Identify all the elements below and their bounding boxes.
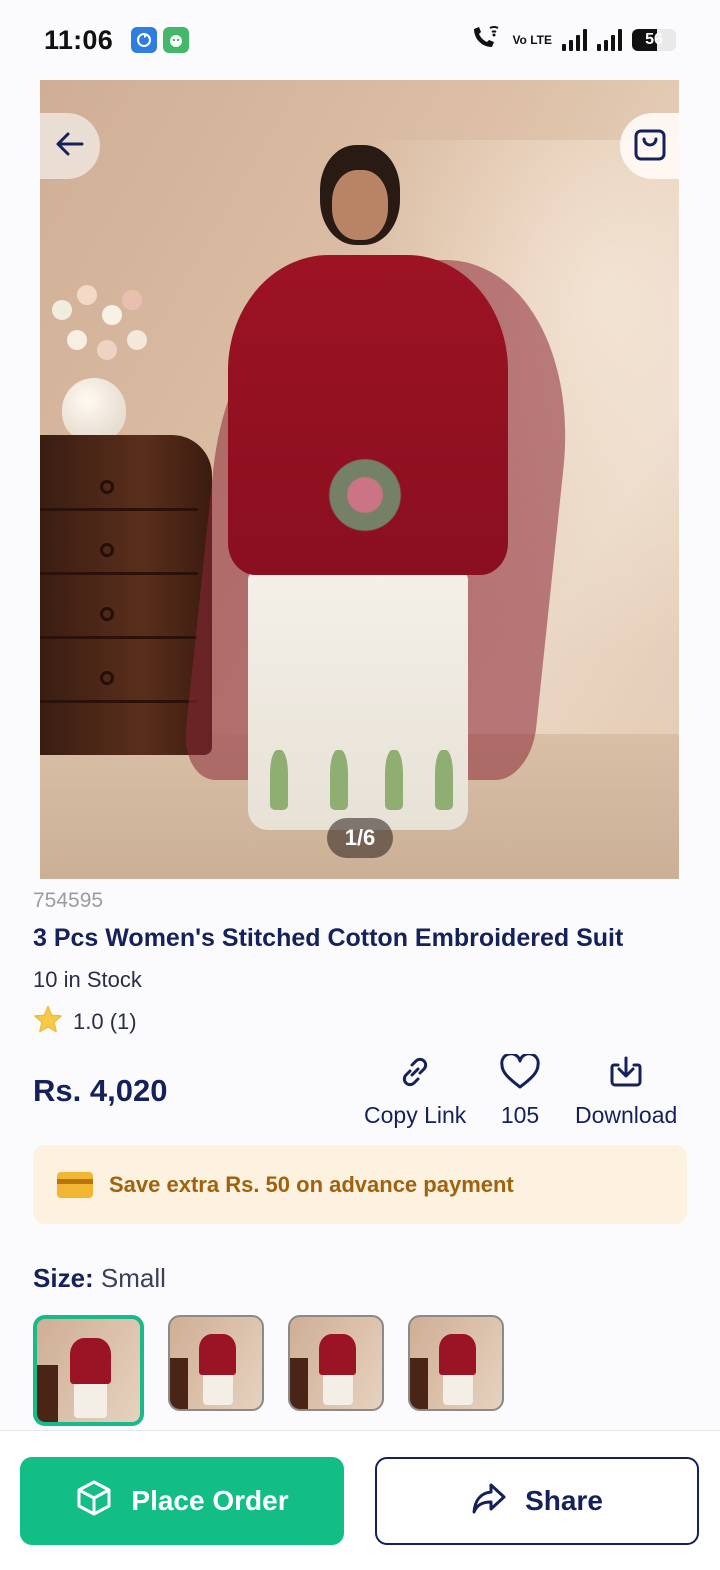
rating-value: 1.0 (1)	[73, 1009, 137, 1034]
place-order-label: Place Order	[131, 1485, 289, 1516]
wooden-cabinet	[40, 435, 212, 755]
bottom-action-bar: Place Order Share	[0, 1430, 720, 1570]
product-rating[interactable]: 1.0 (1)	[33, 1005, 137, 1039]
package-icon	[75, 1479, 113, 1524]
like-count: 105	[500, 1102, 540, 1128]
star-icon	[33, 1005, 63, 1039]
product-sku: 754595	[33, 889, 104, 912]
signal-icon	[597, 29, 622, 51]
status-bar: 11:06 Vo LTE 56	[0, 0, 720, 80]
product-price: Rs. 4,020	[33, 1073, 168, 1108]
status-time: 11:06	[44, 24, 114, 55]
signal-icon	[562, 29, 587, 51]
share-label: Share	[525, 1485, 603, 1516]
size-label: Size:	[33, 1263, 94, 1293]
variant-thumbnail[interactable]	[288, 1315, 384, 1411]
variant-thumbnail[interactable]	[168, 1315, 264, 1411]
shopping-bag-icon	[633, 126, 667, 167]
share-button[interactable]: Share	[375, 1457, 699, 1545]
link-icon	[397, 1052, 433, 1092]
share-arrow-icon	[471, 1481, 507, 1522]
volte-indicator: Vo LTE	[512, 32, 552, 47]
model-face	[332, 170, 388, 240]
battery-percent: 56	[645, 31, 663, 48]
size-heading: Size: Small	[33, 1263, 166, 1294]
battery-icon: 56	[632, 29, 676, 51]
status-notification-icons	[131, 27, 190, 53]
wifi-call-icon	[470, 25, 502, 56]
sync-app-icon	[131, 27, 158, 53]
image-counter-badge: 1/6	[327, 818, 393, 858]
copy-link-button[interactable]: Copy Link	[364, 1052, 466, 1129]
copy-link-label: Copy Link	[364, 1102, 467, 1128]
flower-arrangement	[42, 280, 152, 385]
messenger-app-icon	[163, 27, 190, 53]
like-button[interactable]: 105	[500, 1052, 540, 1129]
size-value: Small	[100, 1263, 166, 1293]
place-order-button[interactable]: Place Order	[20, 1457, 344, 1545]
heart-icon	[500, 1052, 540, 1092]
variant-thumbnail[interactable]	[33, 1315, 144, 1426]
promo-text: Save extra Rs. 50 on advance payment	[109, 1171, 514, 1197]
download-label: Download	[575, 1102, 678, 1128]
kurta-embroidery	[310, 440, 420, 550]
download-icon	[608, 1052, 644, 1092]
product-image-carousel[interactable]: 1/6	[40, 80, 679, 879]
cart-button[interactable]	[620, 113, 679, 179]
advance-payment-banner: Save extra Rs. 50 on advance payment	[33, 1145, 687, 1224]
arrow-left-icon	[54, 130, 86, 163]
variant-thumbnail[interactable]	[408, 1315, 504, 1411]
variant-thumbnails	[33, 1315, 504, 1426]
product-title: 3 Pcs Women's Stitched Cotton Embroidere…	[33, 924, 624, 952]
stock-status: 10 in Stock	[33, 967, 142, 992]
credit-card-icon	[57, 1171, 93, 1198]
vase	[62, 378, 126, 442]
download-button[interactable]: Download	[575, 1052, 677, 1129]
